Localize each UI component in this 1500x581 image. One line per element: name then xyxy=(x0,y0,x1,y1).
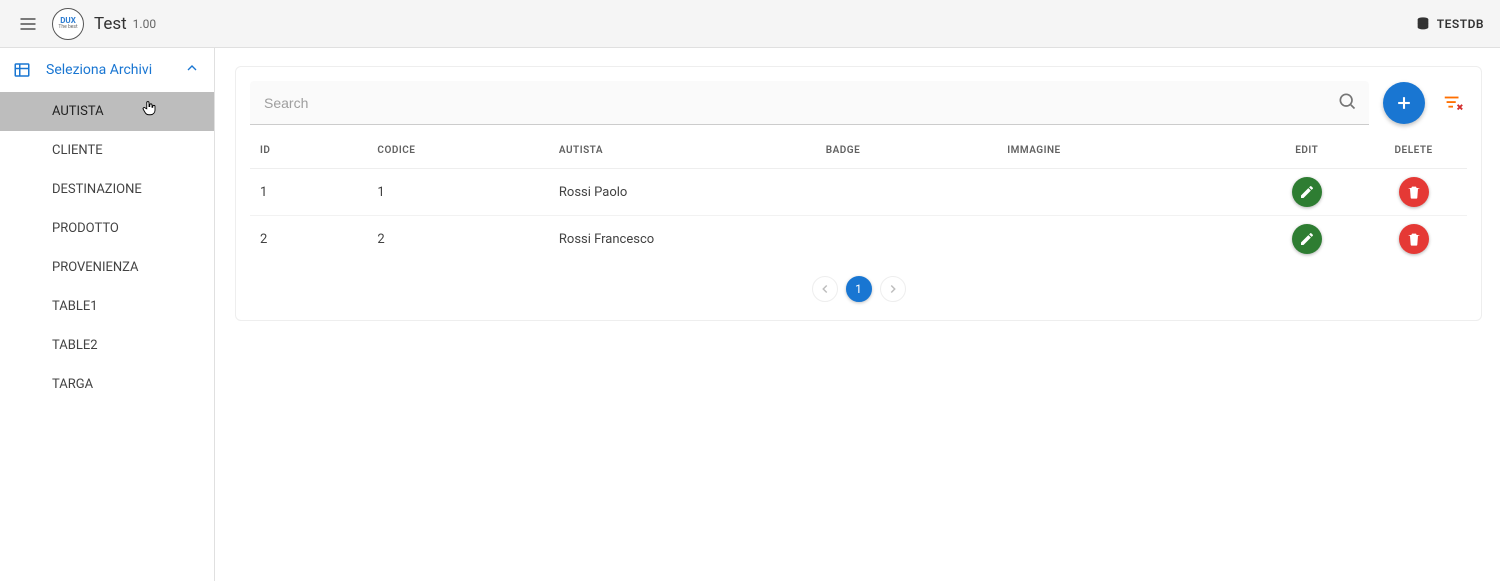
app-bar: DUX The best Test 1.00 TESTDB xyxy=(0,0,1500,48)
sidebar: Seleziona Archivi AUTISTA CLIENTE DESTINAZ… xyxy=(0,48,215,581)
table-icon xyxy=(10,61,34,79)
col-header-id[interactable]: ID xyxy=(250,133,367,169)
chevron-right-icon xyxy=(886,282,900,296)
menu-button[interactable] xyxy=(16,12,40,36)
hamburger-icon xyxy=(18,14,38,34)
data-card: ID CODICE AUTISTA BADGE IMMAGINE Edit De… xyxy=(235,66,1482,321)
data-table: ID CODICE AUTISTA BADGE IMMAGINE Edit De… xyxy=(250,133,1467,262)
col-header-delete: Delete xyxy=(1360,133,1467,169)
search-wrapper xyxy=(250,81,1369,125)
main-content: ID CODICE AUTISTA BADGE IMMAGINE Edit De… xyxy=(215,48,1500,581)
app-title: Test xyxy=(94,14,127,34)
cell-badge xyxy=(816,169,997,216)
cell-autista: Rossi Francesco xyxy=(549,216,816,263)
col-header-edit: Edit xyxy=(1253,133,1360,169)
cell-edit xyxy=(1253,216,1360,263)
sidebar-section-title: Seleziona Archivi xyxy=(46,62,184,78)
cell-immagine xyxy=(997,216,1253,263)
cell-codice: 1 xyxy=(367,169,548,216)
cell-autista: Rossi Paolo xyxy=(549,169,816,216)
sidebar-item-prodotto[interactable]: PRODOTTO xyxy=(0,209,214,248)
sidebar-item-table1[interactable]: TABLE1 xyxy=(0,287,214,326)
delete-button[interactable] xyxy=(1399,177,1429,207)
app-version: 1.00 xyxy=(133,17,156,31)
add-button[interactable] xyxy=(1383,82,1425,124)
plus-icon xyxy=(1394,93,1414,113)
page-prev-button[interactable] xyxy=(812,276,838,302)
pencil-icon xyxy=(1299,184,1315,200)
sidebar-item-label: CLIENTE xyxy=(52,143,103,158)
pencil-icon xyxy=(1299,231,1315,247)
col-header-autista[interactable]: AUTISTA xyxy=(549,133,816,169)
edit-button[interactable] xyxy=(1292,224,1322,254)
delete-button[interactable] xyxy=(1399,224,1429,254)
filter-x-icon xyxy=(1442,92,1464,114)
table-header-row: ID CODICE AUTISTA BADGE IMMAGINE Edit De… xyxy=(250,133,1467,169)
search-icon xyxy=(1337,91,1357,115)
col-header-badge[interactable]: BADGE xyxy=(816,133,997,169)
page-number-1[interactable]: 1 xyxy=(846,276,872,302)
sidebar-item-label: PROVENIENZA xyxy=(52,260,139,275)
sidebar-item-label: TARGA xyxy=(52,377,93,392)
cell-delete xyxy=(1360,216,1467,263)
sidebar-item-table2[interactable]: TABLE2 xyxy=(0,326,214,365)
cursor-hand-icon xyxy=(140,98,158,122)
trash-icon xyxy=(1406,231,1422,247)
table-row: 11Rossi Paolo xyxy=(250,169,1467,216)
table-row: 22Rossi Francesco xyxy=(250,216,1467,263)
sidebar-item-autista[interactable]: AUTISTA xyxy=(0,92,214,131)
sidebar-item-targa[interactable]: TARGA xyxy=(0,365,214,404)
sidebar-item-label: DESTINAZIONE xyxy=(52,182,142,197)
cell-badge xyxy=(816,216,997,263)
sidebar-section-header[interactable]: Seleziona Archivi xyxy=(0,48,214,92)
sidebar-item-destinazione[interactable]: DESTINAZIONE xyxy=(0,170,214,209)
cell-id: 2 xyxy=(250,216,367,263)
sidebar-item-label: PRODOTTO xyxy=(52,221,119,236)
trash-icon xyxy=(1406,184,1422,200)
db-selector[interactable]: TESTDB xyxy=(1415,16,1484,32)
sidebar-item-label: TABLE1 xyxy=(52,299,98,314)
sidebar-item-cliente[interactable]: CLIENTE xyxy=(0,131,214,170)
app-logo: DUX The best xyxy=(52,8,84,40)
database-icon xyxy=(1415,16,1431,32)
sidebar-item-label: AUTISTA xyxy=(52,104,104,119)
cell-delete xyxy=(1360,169,1467,216)
pagination: 1 xyxy=(250,276,1467,302)
edit-button[interactable] xyxy=(1292,177,1322,207)
page-next-button[interactable] xyxy=(880,276,906,302)
sidebar-item-label: TABLE2 xyxy=(52,338,98,353)
cell-codice: 2 xyxy=(367,216,548,263)
cell-id: 1 xyxy=(250,169,367,216)
logo-text-line2: The best xyxy=(58,25,77,30)
cell-immagine xyxy=(997,169,1253,216)
chevron-left-icon xyxy=(818,282,832,296)
db-label-text: TESTDB xyxy=(1437,17,1484,31)
sidebar-item-provenienza[interactable]: PROVENIENZA xyxy=(0,248,214,287)
chevron-up-icon xyxy=(184,60,200,80)
col-header-codice[interactable]: CODICE xyxy=(367,133,548,169)
cell-edit xyxy=(1253,169,1360,216)
filter-clear-button[interactable] xyxy=(1439,89,1467,117)
search-input[interactable] xyxy=(250,81,1369,125)
col-header-immagine[interactable]: IMMAGINE xyxy=(997,133,1253,169)
